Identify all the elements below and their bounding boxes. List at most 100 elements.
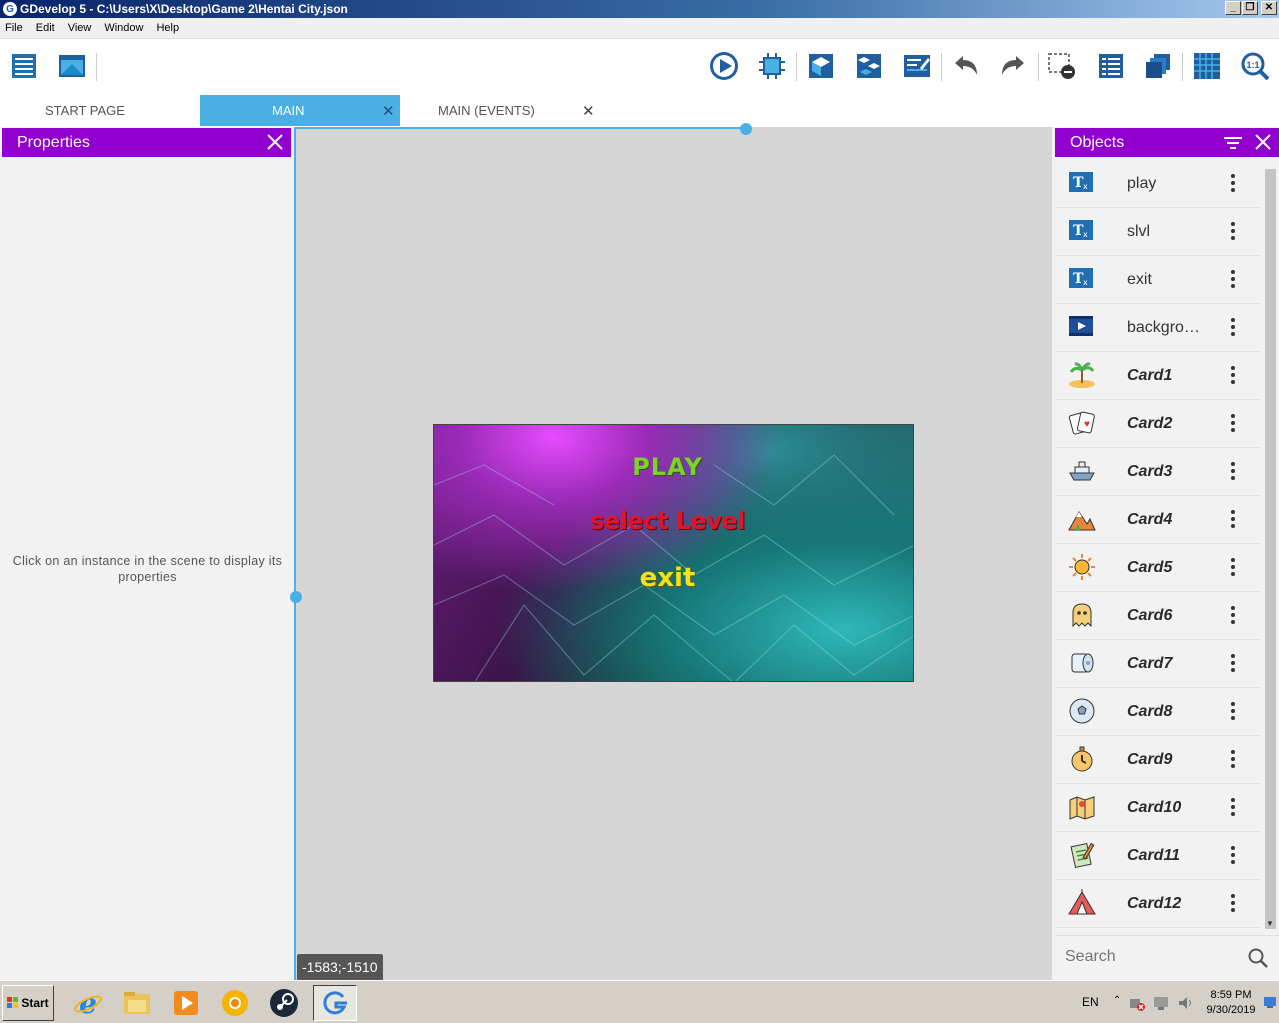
- minimize-button[interactable]: _: [1225, 1, 1241, 15]
- steam-icon[interactable]: [262, 985, 306, 1021]
- network-icon[interactable]: [1129, 995, 1145, 1011]
- object-list-item[interactable]: ♥ Card2: [1055, 400, 1261, 448]
- object-list-item[interactable]: Card3: [1055, 448, 1261, 496]
- more-vert-icon[interactable]: [1230, 462, 1236, 482]
- svg-text:x: x: [1083, 230, 1088, 239]
- svg-text:x: x: [1083, 278, 1088, 287]
- more-vert-icon[interactable]: [1230, 318, 1236, 338]
- object-list-item[interactable]: backgro…: [1055, 304, 1261, 352]
- object-list-item[interactable]: Card9: [1055, 736, 1261, 784]
- text-object-icon: Tx: [1067, 168, 1097, 198]
- object-list-item[interactable]: Card11: [1055, 832, 1261, 880]
- scroll-down-icon[interactable]: ▼: [1266, 919, 1274, 928]
- tab-start-page[interactable]: START PAGE: [0, 95, 200, 126]
- object-groups-icon[interactable]: [854, 51, 884, 81]
- close-icon[interactable]: ✕: [582, 102, 595, 120]
- taskbar-clock[interactable]: 8:59 PM 9/30/2019: [1201, 988, 1261, 1018]
- search-icon[interactable]: [1247, 947, 1269, 969]
- object-list-item[interactable]: Card12: [1055, 880, 1261, 928]
- resize-handle-top[interactable]: [740, 123, 752, 135]
- soccer-ball-icon: [1067, 696, 1097, 726]
- menu-view[interactable]: View: [68, 22, 92, 34]
- object-name: Card1: [1127, 367, 1173, 384]
- layers-icon[interactable]: [1143, 51, 1173, 81]
- menu-help[interactable]: Help: [156, 22, 179, 34]
- text-object-icon: Tx: [1067, 264, 1097, 294]
- svg-text:1:1: 1:1: [1246, 60, 1259, 70]
- more-vert-icon[interactable]: [1230, 510, 1236, 530]
- object-list-item[interactable]: Card5: [1055, 544, 1261, 592]
- tab-main[interactable]: MAIN ✕: [200, 95, 400, 126]
- menu-edit[interactable]: Edit: [36, 22, 55, 34]
- more-vert-icon[interactable]: [1230, 174, 1236, 194]
- more-vert-icon[interactable]: [1230, 750, 1236, 770]
- more-vert-icon[interactable]: [1230, 222, 1236, 242]
- zoom-icon[interactable]: 1:1: [1240, 51, 1270, 81]
- canvas-guide-horizontal: [296, 127, 746, 129]
- close-icon[interactable]: ✕: [382, 102, 395, 120]
- object-list-item[interactable]: Tx slvl: [1055, 208, 1261, 256]
- media-player-icon[interactable]: [164, 985, 208, 1021]
- file-explorer-icon[interactable]: [115, 985, 159, 1021]
- search-input[interactable]: [1065, 944, 1235, 970]
- volume-icon[interactable]: [1177, 995, 1193, 1011]
- show-desktop-icon[interactable]: [1263, 995, 1277, 1009]
- tray-expand-icon[interactable]: ⌃: [1113, 995, 1121, 1006]
- more-vert-icon[interactable]: [1230, 654, 1236, 674]
- object-list-item[interactable]: Card1: [1055, 352, 1261, 400]
- close-icon[interactable]: [265, 132, 285, 152]
- chrome-icon[interactable]: [213, 985, 257, 1021]
- object-list-item[interactable]: Card10: [1055, 784, 1261, 832]
- clock-date: 9/30/2019: [1206, 1004, 1256, 1016]
- properties-icon[interactable]: [902, 51, 932, 81]
- preview-icon[interactable]: [709, 51, 739, 81]
- more-vert-icon[interactable]: [1230, 798, 1236, 818]
- more-vert-icon[interactable]: [1230, 846, 1236, 866]
- panel-title: Objects: [1070, 133, 1125, 151]
- debugger-icon[interactable]: [757, 51, 787, 81]
- object-list-item[interactable]: Card7: [1055, 640, 1261, 688]
- object-name: Card9: [1127, 751, 1173, 768]
- close-window-button[interactable]: ✕: [1261, 1, 1277, 15]
- undo-icon[interactable]: [951, 51, 981, 81]
- exit-text[interactable]: exit: [434, 563, 907, 593]
- object-name: Card4: [1127, 511, 1173, 528]
- restore-button[interactable]: ❐: [1242, 1, 1258, 15]
- objects-icon[interactable]: [806, 51, 836, 81]
- play-text[interactable]: PLAY: [434, 453, 907, 481]
- object-list-item[interactable]: Tx exit: [1055, 256, 1261, 304]
- resize-handle-left[interactable]: [290, 591, 302, 603]
- editor-tabs: START PAGE MAIN ✕ MAIN (EVENTS) ✕: [0, 95, 1279, 127]
- select-level-text[interactable]: select Level: [434, 507, 907, 535]
- language-indicator[interactable]: EN: [1082, 995, 1099, 1009]
- object-list-item[interactable]: Card6: [1055, 592, 1261, 640]
- more-vert-icon[interactable]: [1230, 702, 1236, 722]
- grid-icon[interactable]: [1192, 51, 1222, 81]
- object-list-item[interactable]: Card8: [1055, 688, 1261, 736]
- menu-file[interactable]: File: [5, 22, 23, 34]
- gdevelop-icon[interactable]: [313, 985, 357, 1021]
- internet-explorer-icon[interactable]: e: [66, 985, 110, 1021]
- object-list-item[interactable]: Card4: [1055, 496, 1261, 544]
- more-vert-icon[interactable]: [1230, 894, 1236, 914]
- more-vert-icon[interactable]: [1230, 366, 1236, 386]
- objects-scrollbar[interactable]: [1265, 169, 1276, 929]
- menu-window[interactable]: Window: [104, 22, 143, 34]
- filter-icon[interactable]: [1223, 134, 1243, 152]
- system-tray: EN ⌃ 8:59 PM 9/30/2019: [1073, 983, 1277, 1021]
- monitor-icon[interactable]: [1153, 995, 1169, 1011]
- more-vert-icon[interactable]: [1230, 270, 1236, 290]
- redo-icon[interactable]: [998, 51, 1028, 81]
- more-vert-icon[interactable]: [1230, 606, 1236, 626]
- start-button[interactable]: Start: [2, 985, 54, 1021]
- more-vert-icon[interactable]: [1230, 414, 1236, 434]
- game-scene-preview[interactable]: PLAY select Level exit: [433, 424, 914, 682]
- tab-main-events[interactable]: MAIN (EVENTS) ✕: [400, 95, 600, 126]
- delete-icon[interactable]: [1047, 51, 1077, 81]
- project-manager-icon[interactable]: [9, 51, 39, 81]
- more-vert-icon[interactable]: [1230, 558, 1236, 578]
- scene-icon[interactable]: [57, 51, 87, 81]
- close-icon[interactable]: [1253, 132, 1273, 152]
- instances-list-icon[interactable]: [1096, 51, 1126, 81]
- object-list-item[interactable]: Tx play: [1055, 160, 1261, 208]
